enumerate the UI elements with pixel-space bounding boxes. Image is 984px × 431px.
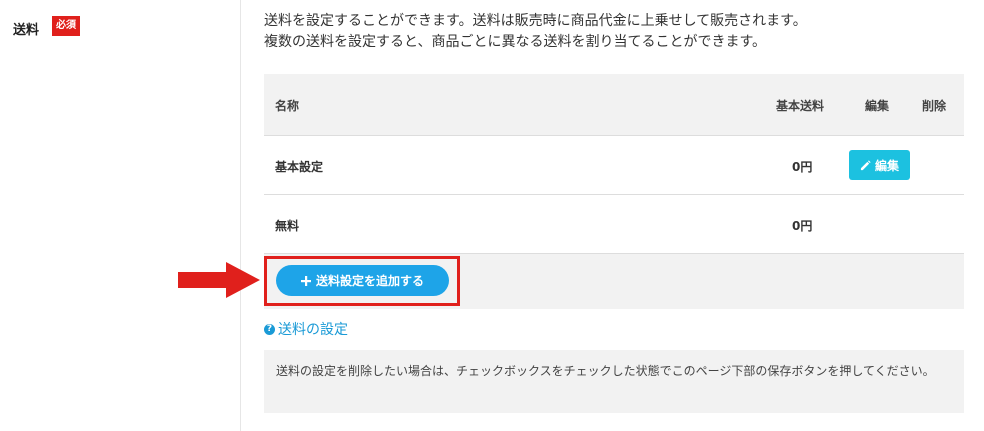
edit-button[interactable]: 編集 xyxy=(849,150,910,180)
table-row: 基本設定 0円 編集 xyxy=(264,136,964,195)
row-name: 基本設定 xyxy=(275,160,324,174)
field-label-column: 送料 必須 xyxy=(0,0,241,431)
header-delete: 削除 xyxy=(922,99,947,113)
row-name: 無料 xyxy=(275,219,300,233)
delete-note: 送料の設定を削除したい場合は、チェックボックスをチェックした状態でこのページ下部… xyxy=(264,350,964,413)
help-link[interactable]: ? 送料の設定 xyxy=(264,319,348,339)
row-price: 0円 xyxy=(792,160,813,174)
field-label: 送料 xyxy=(13,23,40,38)
annotation-highlight-box xyxy=(264,256,460,306)
table-row: 無料 0円 xyxy=(264,195,964,254)
question-circle-icon: ? xyxy=(264,323,275,335)
header-name: 名称 xyxy=(275,99,300,113)
header-base-shipping: 基本送料 xyxy=(776,99,825,113)
row-price: 0円 xyxy=(792,219,813,233)
header-edit: 編集 xyxy=(865,99,890,113)
arrow-right-icon xyxy=(178,262,260,298)
required-badge: 必須 xyxy=(52,16,80,36)
description: 送料を設定することができます。送料は販売時に商品代金に上乗せして販売されます。 … xyxy=(264,11,964,53)
description-line-1: 送料を設定することができます。送料は販売時に商品代金に上乗せして販売されます。 xyxy=(264,13,807,29)
table-header: 名称 基本送料 編集 削除 xyxy=(264,74,964,136)
description-line-2: 複数の送料を設定すると、商品ごとに異なる送料を割り当てることができます。 xyxy=(264,34,767,50)
help-link-label: 送料の設定 xyxy=(278,322,348,338)
pencil-icon xyxy=(860,159,871,170)
edit-button-label: 編集 xyxy=(874,158,899,173)
